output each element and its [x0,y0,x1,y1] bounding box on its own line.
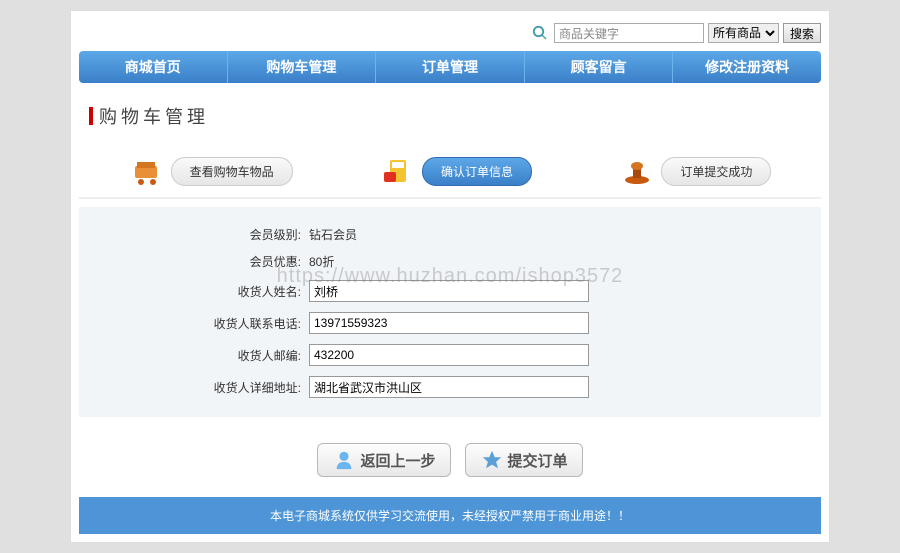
star-icon [480,448,504,472]
label-phone: 收货人联系电话: [79,315,309,332]
back-button-label: 返回上一步 [360,450,435,471]
cart-icon [129,155,165,187]
nav-home[interactable]: 商城首页 [79,51,228,83]
step-order-done: 订单提交成功 [619,155,771,187]
search-button[interactable]: 搜索 [783,23,821,43]
order-form: 会员级别: 钻石会员 会员优惠: 80折 收货人姓名: 收货人联系电话: 收货人… [79,207,821,417]
step-confirm-order: 确认订单信息 [380,155,532,187]
category-select[interactable]: 所有商品 [708,23,779,43]
row-zip: 收货人邮编: [79,339,821,371]
page-title: 购物车管理 [89,103,821,129]
action-buttons: 返回上一步 提交订单 [79,425,821,485]
calculator-icon [380,155,416,187]
label-name: 收货人姓名: [79,283,309,300]
search-input[interactable] [554,23,704,43]
search-bar: 所有商品 搜索 [79,19,821,51]
row-discount: 会员优惠: 80折 [79,248,821,275]
row-phone: 收货人联系电话: [79,307,821,339]
main-panel: 所有商品 搜索 商城首页 购物车管理 订单管理 顾客留言 修改注册资料 购物车管… [70,10,830,543]
submit-button[interactable]: 提交订单 [465,443,583,477]
nav-cart[interactable]: 购物车管理 [228,51,377,83]
back-button[interactable]: 返回上一步 [317,443,450,477]
label-zip: 收货人邮编: [79,347,309,364]
phone-field[interactable] [309,312,589,334]
search-icon [530,23,550,43]
address-field[interactable] [309,376,589,398]
nav-orders[interactable]: 订单管理 [376,51,525,83]
page-title-text: 购物车管理 [99,103,209,129]
step-pill-1[interactable]: 查看购物车物品 [171,157,293,186]
step-pill-2[interactable]: 确认订单信息 [422,157,532,186]
row-address: 收货人详细地址: [79,371,821,403]
name-field[interactable] [309,280,589,302]
stamp-icon [619,155,655,187]
title-marker-icon [89,107,93,125]
person-icon [332,448,356,472]
zip-field[interactable] [309,344,589,366]
nav-profile[interactable]: 修改注册资料 [673,51,821,83]
label-level: 会员级别: [79,226,309,243]
footer-notice: 本电子商城系统仅供学习交流使用，未经授权严禁用于商业用途！！ [79,497,821,534]
row-level: 会员级别: 钻石会员 [79,221,821,248]
submit-button-label: 提交订单 [508,450,568,471]
steps-bar: 查看购物车物品 确认订单信息 订单提交成功 [79,145,821,199]
label-address: 收货人详细地址: [79,379,309,396]
step-pill-3[interactable]: 订单提交成功 [661,157,771,186]
value-level: 钻石会员 [309,226,357,243]
step-view-cart: 查看购物车物品 [129,155,293,187]
main-nav: 商城首页 购物车管理 订单管理 顾客留言 修改注册资料 [79,51,821,83]
label-discount: 会员优惠: [79,253,309,270]
row-name: 收货人姓名: [79,275,821,307]
nav-messages[interactable]: 顾客留言 [525,51,674,83]
value-discount: 80折 [309,253,334,270]
